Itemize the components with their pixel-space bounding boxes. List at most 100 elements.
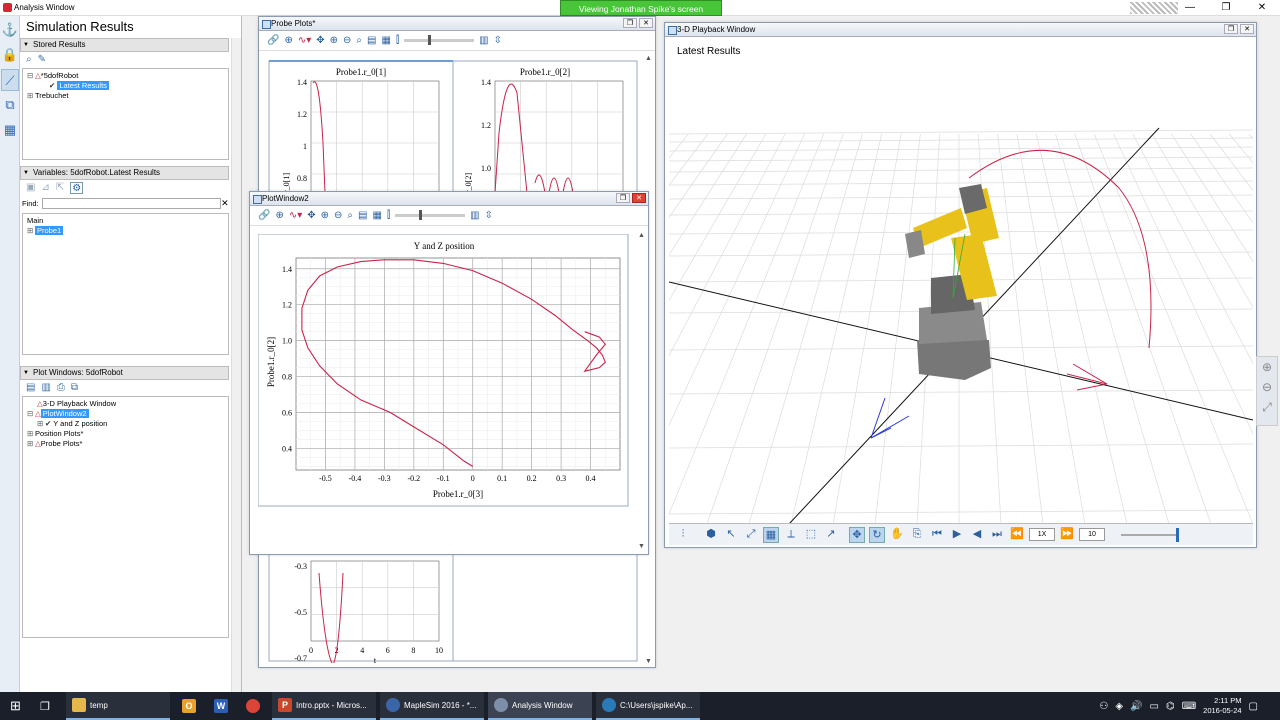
taskbar-item-temp[interactable]: temp: [66, 692, 170, 720]
plot-results-icon[interactable]: ⟋: [1, 69, 19, 91]
task-view-button[interactable]: ❐: [34, 692, 56, 720]
close-button[interactable]: ✕: [632, 193, 646, 203]
taskbar-item-maplesim[interactable]: MapleSim 2016 - *...: [380, 692, 484, 720]
grid-icon[interactable]: ▦: [381, 35, 390, 46]
dropbox-icon[interactable]: ◈: [1115, 701, 1123, 712]
legend-icon[interactable]: ▤: [358, 210, 367, 221]
tree-item-probe1[interactable]: ⊞ Probe1: [27, 226, 224, 236]
find-input[interactable]: [41, 197, 221, 209]
step-field[interactable]: 10: [1079, 528, 1105, 541]
cube-view-icon[interactable]: ⬢: [703, 527, 719, 543]
close-button[interactable]: ✕: [639, 18, 653, 28]
rotate-icon[interactable]: ↻: [869, 526, 885, 543]
skip-end-icon[interactable]: ⏭: [989, 527, 1005, 543]
panel-scrollbar[interactable]: [231, 38, 241, 692]
copy-icon[interactable]: ⧉: [71, 382, 78, 394]
scroll-up-icon[interactable]: ▲: [638, 232, 646, 239]
clock[interactable]: 2:11 PM 2016-05-24: [1203, 696, 1241, 716]
zoom-out-icon[interactable]: ⊖: [1257, 377, 1277, 397]
chrome-button[interactable]: [240, 692, 266, 720]
play-icon[interactable]: ▶: [949, 527, 965, 543]
time-slider[interactable]: [395, 210, 466, 220]
tree-item-y-and-z-position[interactable]: ⊞ ✔ Y and Z position: [27, 419, 224, 429]
close-button[interactable]: ✕: [1240, 24, 1254, 34]
hand-icon[interactable]: ✋: [889, 527, 905, 543]
select-arrow-icon[interactable]: ↖: [723, 527, 739, 543]
zoom-in-icon[interactable]: ⊕: [1257, 357, 1277, 377]
battery-icon[interactable]: ▭: [1150, 701, 1159, 712]
window-title[interactable]: 3-D Playback Window: [665, 23, 1256, 37]
cursor-icon[interactable]: ⫿: [396, 35, 399, 46]
edit-plot-icon[interactable]: ▥: [41, 382, 50, 394]
taskbar-item-powerpoint[interactable]: P Intro.pptx - Micros...: [272, 692, 376, 720]
faster-icon[interactable]: ⏩: [1059, 527, 1075, 543]
settings-icon[interactable]: ⫶: [675, 527, 691, 543]
restore-button[interactable]: ❐: [623, 18, 637, 28]
tree-item-5dofrobot[interactable]: ⊟ △*5dofRobot: [27, 71, 224, 81]
new-plot-icon[interactable]: ▤: [26, 382, 35, 394]
zoom-fit-icon[interactable]: ⌕: [347, 210, 353, 221]
axes-icon[interactable]: ⟂: [783, 527, 799, 543]
plotwindow2-scrollbar[interactable]: ▲ ▼: [638, 232, 646, 550]
camera-icon[interactable]: ⎘: [909, 527, 925, 543]
legend-icon[interactable]: ▤: [367, 35, 376, 46]
tree-item-main[interactable]: Main: [27, 216, 224, 226]
playback-slider[interactable]: [1121, 527, 1179, 542]
expand-icon[interactable]: ⤢: [1257, 397, 1277, 417]
zoom-out-icon[interactable]: ⊖: [343, 35, 351, 46]
zoom-out-icon[interactable]: ⊖: [334, 210, 342, 221]
plot-windows-header[interactable]: Plot Windows: 5dofRobot: [20, 366, 229, 380]
3d-viewport[interactable]: Latest Results: [286, 38, 1280, 525]
anchor-icon[interactable]: ⚓: [1, 19, 19, 41]
export-icon[interactable]: ⇱: [56, 182, 64, 194]
grid-toggle-icon[interactable]: ▦: [763, 526, 779, 543]
search-results-icon[interactable]: ⌕: [26, 54, 32, 66]
tree-item-trebuchet[interactable]: ⊞ Trebuchet: [27, 91, 224, 101]
components-icon[interactable]: ⧉: [1, 94, 19, 116]
volume-icon[interactable]: 🔊: [1130, 701, 1142, 712]
minimize-button[interactable]: —: [1172, 0, 1208, 16]
export-icon[interactable]: ⇳: [494, 35, 502, 46]
crosshair-icon[interactable]: ⊕: [284, 35, 292, 46]
restore-button[interactable]: ❐: [616, 193, 630, 203]
people-icon[interactable]: ⚇: [1099, 701, 1108, 712]
fit-icon[interactable]: ⤢: [743, 527, 759, 543]
window-title[interactable]: Probe Plots*: [259, 17, 655, 31]
table-icon[interactable]: ▦: [1, 119, 19, 141]
skip-start-icon[interactable]: ⏮: [929, 527, 945, 543]
pan-icon[interactable]: ✥: [316, 35, 324, 46]
speed-field[interactable]: 1X: [1029, 528, 1055, 541]
window-title[interactable]: PlotWindow2: [250, 192, 648, 206]
step-back-icon[interactable]: ◀: [969, 527, 985, 543]
restore-button[interactable]: ❐: [1224, 24, 1238, 34]
zoom-in-icon[interactable]: ⊕: [321, 210, 329, 221]
print-icon[interactable]: ⎙: [57, 382, 65, 394]
columns-icon[interactable]: ▥: [470, 210, 479, 221]
settings-icon[interactable]: ⚙: [70, 182, 84, 194]
tree-item-probe-plots[interactable]: ⊞ △Probe Plots*: [27, 439, 224, 449]
tree-item-position-plots[interactable]: ⊞ Position Plots*: [27, 429, 224, 439]
export-icon[interactable]: ⇳: [485, 210, 493, 221]
pan-icon[interactable]: ✥: [307, 210, 315, 221]
tree-item-latest-results[interactable]: ✔ Latest Results: [27, 81, 224, 91]
keyboard-icon[interactable]: ⌨: [1182, 701, 1196, 712]
screen-share-banner[interactable]: Viewing Jonathan Spike's screen: [560, 0, 722, 16]
columns-icon[interactable]: ▥: [479, 35, 488, 46]
crosshair-icon[interactable]: ⊕: [275, 210, 283, 221]
close-button[interactable]: ✕: [1244, 0, 1280, 16]
time-slider[interactable]: [404, 35, 475, 45]
tree-item-plotwindow2[interactable]: ⊟ △ PlotWindow2: [27, 409, 224, 419]
outlook-button[interactable]: O: [176, 692, 202, 720]
notifications-icon[interactable]: ▢: [1249, 701, 1258, 712]
grid-icon[interactable]: ▦: [372, 210, 381, 221]
lock-icon[interactable]: 🔒: [1, 44, 19, 66]
edit-icon[interactable]: ✎: [38, 54, 46, 66]
curve-style-icon[interactable]: ∿▾: [298, 35, 311, 46]
variables-header[interactable]: Variables: 5dofRobot.Latest Results: [20, 166, 229, 180]
start-button[interactable]: ⊞: [4, 692, 27, 720]
restore-button[interactable]: ❐: [1208, 0, 1244, 16]
word-button[interactable]: W: [208, 692, 234, 720]
frame-icon[interactable]: ⬚: [803, 527, 819, 543]
network-icon[interactable]: ⌬: [1166, 701, 1175, 712]
curve-style-icon[interactable]: ∿▾: [289, 210, 302, 221]
